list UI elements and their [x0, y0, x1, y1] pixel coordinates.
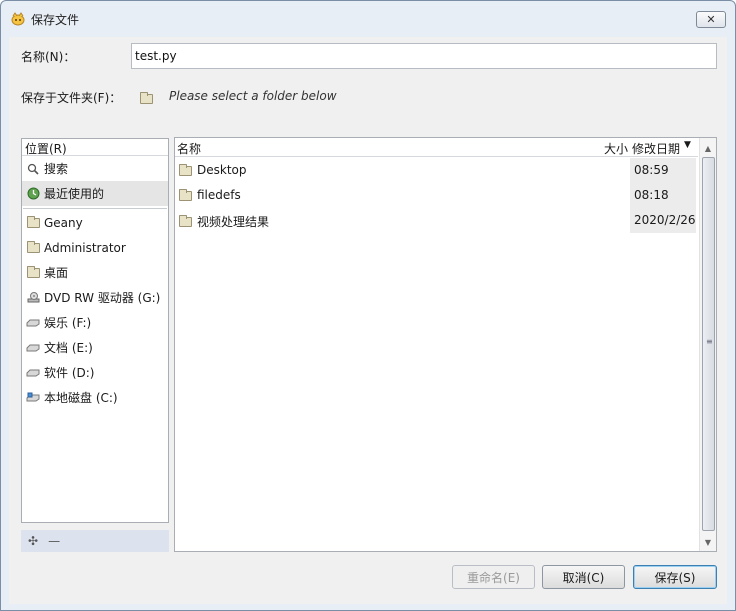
- place-item-drive-f[interactable]: 娱乐 (F:): [22, 310, 168, 335]
- folder-icon: [26, 215, 40, 230]
- close-icon: ✕: [706, 13, 716, 26]
- file-list-scrollbar[interactable]: ▲ ≡ ▼: [699, 138, 716, 551]
- sort-indicator-icon: ▼: [684, 140, 691, 150]
- file-row[interactable]: filedefs 08:18: [175, 183, 698, 208]
- place-item-label: 最近使用的: [44, 187, 105, 201]
- title-bar[interactable]: 保存文件 ✕: [1, 1, 735, 37]
- filename-input[interactable]: [131, 43, 717, 69]
- folder-icon: [179, 188, 192, 202]
- place-item-label: 搜索: [44, 162, 69, 176]
- place-item-search[interactable]: 搜索: [22, 156, 168, 181]
- drive-icon: [26, 366, 40, 380]
- window-title: 保存文件: [31, 13, 80, 27]
- app-icon: [10, 12, 26, 26]
- file-modified: 2020/2/26: [630, 208, 696, 233]
- file-name: filedefs: [197, 188, 241, 202]
- places-divider: [23, 208, 167, 209]
- place-item-dvd-drive[interactable]: DVD RW 驱动器 (G:): [22, 285, 168, 310]
- rename-button[interactable]: 重命名(E): [452, 565, 535, 589]
- file-list: 名称 大小 修改日期 ▼ Desktop 08:59 filedefs 08:1…: [174, 137, 717, 552]
- place-item-label: Geany: [44, 215, 83, 230]
- places-header[interactable]: 位置(R): [22, 139, 168, 156]
- scroll-thumb[interactable]: ≡: [702, 157, 715, 531]
- scroll-up-icon[interactable]: ▲: [700, 140, 716, 156]
- dialog-body: 名称(N)： 保存于文件夹(F)： Please select a folder…: [9, 37, 727, 604]
- place-item-drive-d[interactable]: 软件 (D:): [22, 360, 168, 385]
- column-modified[interactable]: 修改日期: [632, 140, 680, 157]
- folder-label: 保存于文件夹(F)：: [21, 91, 122, 105]
- file-row[interactable]: Desktop 08:59: [175, 158, 698, 183]
- drive-icon: [26, 341, 40, 355]
- save-button[interactable]: 保存(S): [633, 565, 717, 589]
- search-icon: [26, 162, 40, 176]
- close-button[interactable]: ✕: [696, 11, 726, 28]
- places-toolbar: ✣ —: [21, 530, 169, 552]
- folder-icon: [26, 265, 40, 280]
- dvd-drive-icon: [26, 291, 40, 305]
- remove-bookmark-button[interactable]: —: [48, 534, 60, 548]
- cancel-button[interactable]: 取消(C): [542, 565, 625, 589]
- place-item-label: 娱乐 (F:): [44, 316, 92, 330]
- file-modified: 08:59: [630, 158, 696, 183]
- folder-icon: [140, 91, 153, 105]
- drive-icon: [26, 316, 40, 330]
- place-item-recent[interactable]: 最近使用的: [22, 181, 168, 206]
- scroll-down-icon[interactable]: ▼: [700, 534, 716, 550]
- grip-icon: ≡: [706, 337, 713, 346]
- place-item-desktop[interactable]: 桌面: [22, 260, 168, 285]
- place-item-geany[interactable]: Geany: [22, 210, 168, 235]
- file-name: Desktop: [197, 163, 247, 177]
- place-item-administrator[interactable]: Administrator: [22, 235, 168, 260]
- place-item-label: DVD RW 驱动器 (G:): [44, 291, 161, 305]
- folder-icon: [179, 163, 192, 177]
- place-item-label: 桌面: [44, 266, 69, 280]
- place-item-drive-e[interactable]: 文档 (E:): [22, 335, 168, 360]
- file-list-header: 名称 大小 修改日期 ▼: [175, 138, 698, 157]
- column-name[interactable]: 名称: [177, 140, 201, 157]
- recent-icon: [26, 187, 40, 201]
- file-modified: 08:18: [630, 183, 696, 208]
- folder-icon: [179, 215, 192, 229]
- system-drive-icon: [26, 391, 40, 405]
- place-item-drive-c[interactable]: 本地磁盘 (C:): [22, 385, 168, 410]
- file-name: 视频处理结果: [197, 215, 270, 229]
- place-item-label: 本地磁盘 (C:): [44, 391, 118, 405]
- name-label: 名称(N)：: [21, 50, 76, 64]
- column-size[interactable]: 大小: [604, 140, 628, 157]
- folder-hint: Please select a folder below: [169, 89, 337, 103]
- folder-icon: [26, 240, 40, 255]
- file-row[interactable]: 视频处理结果 2020/2/26: [175, 208, 698, 233]
- add-bookmark-button[interactable]: ✣: [28, 534, 38, 548]
- place-item-label: 文档 (E:): [44, 341, 93, 355]
- place-item-label: Administrator: [44, 240, 126, 255]
- places-panel: 位置(R) 搜索 最近使用的 Geany Administrator 桌面 DV…: [21, 138, 169, 523]
- save-file-dialog: 保存文件 ✕ 名称(N)： 保存于文件夹(F)： Please select a…: [0, 0, 736, 611]
- place-item-label: 软件 (D:): [44, 366, 95, 380]
